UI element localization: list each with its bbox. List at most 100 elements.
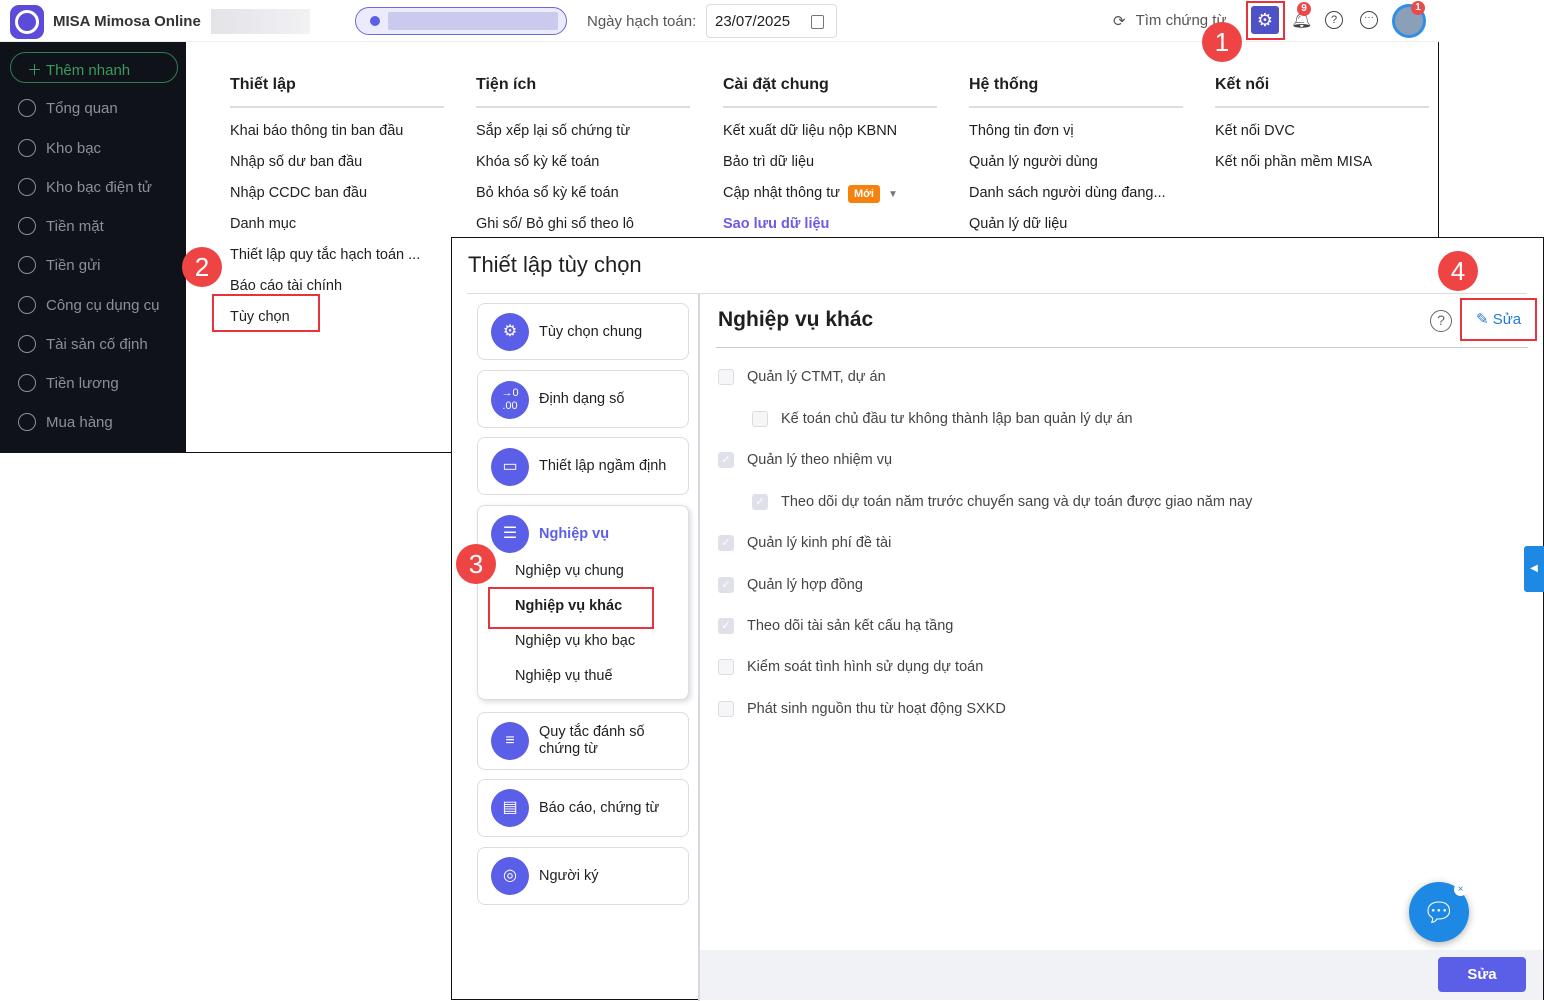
nav-numbering-rules[interactable]: ≡ Quy tắc đánh số chứng từ [477, 712, 689, 770]
sidebar-item-label: Tiền gửi [46, 256, 101, 274]
nav-number-format[interactable]: →0.00 Định dạng số [477, 370, 689, 428]
close-icon[interactable]: × [1454, 883, 1467, 896]
checkbox[interactable] [718, 701, 734, 717]
nav-sub-treasury-operations[interactable]: Nghiệp vụ kho bạc [515, 633, 635, 649]
step-marker-2: 2 [182, 247, 222, 287]
menu-item[interactable]: Bảo trì dữ liệu [723, 147, 937, 178]
sidebar-item-label: Tiền mặt [46, 217, 104, 235]
number-format-icon: →0.00 [491, 381, 529, 419]
nav-label: Thiết lập ngầm định [539, 458, 667, 474]
nav-reports-vouchers[interactable]: ▤ Báo cáo, chứng từ [477, 779, 689, 837]
sidebar-item-tools[interactable]: Công cụ dụng cụ [18, 296, 159, 314]
option-track-budget[interactable]: ✓ Theo dõi dự toán năm trước chuyển sang … [752, 494, 1252, 510]
step-marker-4: 4 [1438, 251, 1478, 291]
sidebar-item-overview[interactable]: Tổng quan [18, 99, 118, 117]
nav-label: Tùy chọn chung [539, 324, 643, 340]
sidebar-item-cash[interactable]: Tiền mặt [18, 217, 104, 235]
menu-item[interactable]: Kết nối DVC [1215, 116, 1429, 147]
option-budget-control[interactable]: Kiểm soát tình hình sử dụng dự toán [718, 659, 983, 675]
unit-selector[interactable] [355, 7, 567, 35]
nav-label: Nghiệp vụ [539, 526, 610, 542]
option-manage-by-task[interactable]: ✓ Quản lý theo nhiệm vụ [718, 452, 892, 468]
dialog-title: Thiết lập tùy chọn [468, 252, 642, 277]
quick-add-label: Thêm nhanh [45, 62, 131, 79]
gear-icon[interactable]: ⚙ [1251, 6, 1279, 34]
notification-badge: 9 [1297, 2, 1311, 16]
checkbox-checked[interactable]: ✓ [718, 535, 734, 551]
menu-item[interactable]: Kết xuất dữ liệu nộp KBNN [723, 116, 937, 147]
menu-item-backup[interactable]: Sao lưu dữ liệu [723, 209, 937, 240]
sidebar-item-deposit[interactable]: Tiền gửi [18, 256, 101, 274]
sidebar-item-salary[interactable]: Tiền lương [18, 374, 119, 392]
column-title: Thiết lập [230, 76, 444, 108]
dollar-icon [18, 139, 36, 157]
column-title: Tiện ích [476, 76, 690, 108]
edit-label: Sửa [1492, 311, 1522, 328]
menu-item[interactable]: Khai báo thông tin ban đầu [230, 116, 444, 147]
menu-item[interactable]: Quản lý người dùng [969, 147, 1183, 178]
sidebar-item-fixed-assets[interactable]: Tài sản cố định [18, 335, 148, 353]
posting-date-label: Ngày hạch toán: [587, 13, 697, 30]
menu-item[interactable]: Danh sách người dùng đang... [969, 178, 1183, 209]
option-investor-accounting[interactable]: Kế toán chủ đầu tư không thành lập ban q… [752, 411, 1133, 427]
app-name: MISA Mimosa Online [53, 13, 201, 30]
sidebar-item-purchase[interactable]: Mua hàng [18, 413, 113, 431]
menu-item-update-circular[interactable]: Cập nhật thông tư Mới ▼ [723, 178, 937, 209]
option-research-funding[interactable]: ✓ Quản lý kinh phí đề tài [718, 535, 891, 551]
option-label: Quản lý CTMT, dự án [747, 369, 886, 385]
help-icon[interactable]: ? [1325, 11, 1343, 29]
numbered-list-icon: ≡ [491, 722, 529, 760]
edit-button[interactable]: Sửa [1438, 957, 1526, 992]
menu-item[interactable]: Nhập CCDC ban đầu [230, 178, 444, 209]
checkbox[interactable] [718, 369, 734, 385]
menu-item[interactable]: Sắp xếp lại số chứng từ [476, 116, 690, 147]
option-infrastructure-assets[interactable]: ✓ Theo dõi tài sản kết cấu hạ tầng [718, 618, 953, 634]
nav-general-options[interactable]: ⚙ Tùy chọn chung [477, 303, 689, 360]
edit-link[interactable]: ✎ Sửa [1460, 298, 1537, 341]
checkbox-checked[interactable]: ✓ [718, 452, 734, 468]
nav-default-settings[interactable]: ▭ Thiết lập ngầm định [477, 437, 689, 495]
menu-item[interactable]: Bỏ khóa sổ kỳ kế toán [476, 178, 690, 209]
sidebar-item-label: Tiền lương [46, 374, 119, 392]
checkbox-checked[interactable]: ✓ [718, 618, 734, 634]
menu-item[interactable]: Thiết lập quy tắc hạch toán ... [230, 240, 444, 271]
option-program-project[interactable]: Quản lý CTMT, dự án [718, 369, 886, 385]
nav-sub-general-operations[interactable]: Nghiệp vụ chung [515, 563, 624, 579]
menu-item[interactable]: Danh mục [230, 209, 444, 240]
sidebar-item-label: Mua hàng [46, 413, 113, 431]
option-business-revenue[interactable]: Phát sinh nguồn thu từ hoạt động SXKD [718, 701, 1006, 717]
nav-signers[interactable]: ◎ Người ký [477, 847, 689, 905]
avatar-badge: 1 [1411, 1, 1425, 15]
more-icon[interactable]: ··· [1360, 11, 1378, 29]
sidebar-item-label: Kho bạc [46, 139, 102, 157]
option-contracts[interactable]: ✓ Quản lý hợp đồng [718, 577, 863, 593]
gear-icon: ⚙ [491, 313, 529, 351]
menu-item[interactable]: Thông tin đơn vị [969, 116, 1183, 147]
sidebar-item-e-treasury[interactable]: Kho bạc điện tử [18, 178, 152, 196]
checkbox[interactable] [718, 659, 734, 675]
menu-column-connect: Kết nối Kết nối DVC Kết nối phần mềm MIS… [1215, 76, 1429, 178]
nav-sub-tax-operations[interactable]: Nghiệp vụ thuế [515, 668, 613, 684]
checkbox[interactable] [752, 411, 768, 427]
menu-item[interactable]: Ghi sổ/ Bỏ ghi sổ theo lô [476, 209, 690, 240]
collapse-panel-tab[interactable]: ◀ [1524, 546, 1544, 592]
help-icon[interactable]: ? [1430, 310, 1452, 332]
sidebar-item-treasury[interactable]: Kho bạc [18, 139, 101, 157]
column-title: Kết nối [1215, 76, 1429, 108]
quick-add-button[interactable]: ＋ Thêm nhanh [10, 52, 178, 83]
nav-label: Người ký [539, 868, 599, 884]
sidebar: ＋ Thêm nhanh Tổng quan Kho bạc Kho bạc đ… [0, 42, 186, 453]
option-label: Phát sinh nguồn thu từ hoạt động SXKD [747, 701, 1006, 717]
dialog-footer [700, 950, 1543, 1000]
divider [698, 294, 700, 1001]
pencil-icon: ✎ [1476, 311, 1493, 328]
menu-item[interactable]: Quản lý dữ liệu [969, 209, 1183, 240]
menu-item[interactable]: Kết nối phần mềm MISA [1215, 147, 1429, 178]
menu-item[interactable]: Nhập số dư ban đầu [230, 147, 444, 178]
checkbox-checked[interactable]: ✓ [718, 577, 734, 593]
posting-date-input[interactable]: 23/07/2025 [706, 4, 837, 38]
checkbox-checked[interactable]: ✓ [752, 494, 768, 510]
caret-down-icon[interactable]: ▼ [888, 189, 898, 200]
app-logo-icon[interactable] [10, 5, 44, 39]
menu-item[interactable]: Khóa sổ kỳ kế toán [476, 147, 690, 178]
